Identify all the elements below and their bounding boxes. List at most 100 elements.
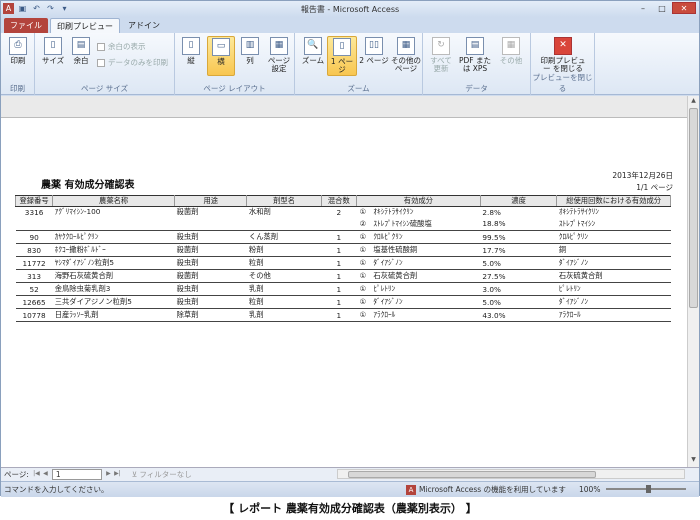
one-page-button[interactable]: ▯ 1 ページ	[327, 36, 357, 76]
refresh-icon: ↻	[432, 37, 450, 55]
cell-form: 乳剤	[246, 308, 322, 322]
cell-ingredient: ① ﾀﾞｲｱｼﾞﾉﾝ	[356, 295, 481, 309]
cell-reg-no	[15, 217, 53, 231]
pdf-xps-button[interactable]: ▤ PDF または XPS	[457, 37, 493, 74]
report-page-number: 1/1 ページ	[636, 183, 673, 192]
cell-ingredient: ① ｸﾛﾙﾋﾟｸﾘﾝ	[356, 230, 481, 244]
print-preview-area[interactable]: 農薬 有効成分確認表 2013年12月26日 1/1 ページ 登録番号 農薬名称…	[1, 96, 687, 467]
two-pages-button[interactable]: ▯▯ 2 ページ	[359, 37, 389, 65]
cell-concentration: 18.8%	[480, 217, 557, 231]
col-header: 総使用回数における有効成分	[556, 195, 671, 207]
cell-use: 殺虫剤	[174, 282, 247, 296]
status-command-text: コマンドを入力してください。	[4, 485, 109, 494]
margins-icon: ▤	[72, 37, 90, 55]
col-header: 用途	[174, 195, 248, 207]
ingredient-index: ①	[359, 207, 367, 217]
other-export-button[interactable]: ▦ その他	[497, 37, 525, 65]
cell-total-ingredient: ﾋﾟﾚﾄﾘﾝ	[556, 282, 671, 296]
cell-ingredient: ① ﾋﾟﾚﾄﾘﾝ	[356, 282, 481, 296]
col-header: 剤型名	[246, 195, 322, 207]
table-row: 11772 ﾔｼﾏﾀﾞｲｱｼﾞﾉﾝ粒剤5 殺虫剤 粒剤 1 ① ﾀﾞｲｱｼﾞﾉﾝ 5.0% ﾀﾞ…	[15, 256, 671, 270]
cell-use: 殺菌剤	[176, 207, 199, 217]
scroll-up-icon[interactable]: ▲	[689, 97, 698, 107]
preview-top-margin	[1, 96, 687, 118]
size-button[interactable]: ▯ サイズ	[39, 37, 67, 65]
page-setup-button[interactable]: ▦ ページ 設定	[265, 37, 293, 74]
cell-use: 殺菌剤	[174, 243, 247, 257]
cell-reg-no: 52	[15, 282, 53, 296]
cell-reg-no: 313	[15, 269, 53, 283]
report-title: 農薬 有効成分確認表	[41, 180, 135, 191]
page-size-group: ▯ サイズ ▤ 余白 余白の表示 データのみを印刷 ページ サイズ	[35, 33, 175, 95]
hscroll-thumb[interactable]	[348, 471, 596, 478]
scrollbar-thumb[interactable]	[689, 108, 698, 308]
cell-mix: 1	[321, 269, 357, 283]
table-row: 12665 三共ダイアジノン粒剤5 殺虫剤 粒剤 1 ① ﾀﾞｲｱｼﾞﾉﾝ 5.0% ﾀﾞｲｱｼ…	[15, 295, 671, 309]
prev-page-icon[interactable]: ◀	[41, 470, 50, 480]
cell-form: その他	[246, 269, 322, 283]
print-button[interactable]: ⎙ 印刷	[6, 37, 30, 65]
ingredient-name: ﾋﾟﾚﾄﾘﾝ	[373, 284, 396, 293]
ingredient-name: ｸﾛﾙﾋﾟｸﾘﾝ	[373, 232, 403, 241]
margins-button[interactable]: ▤ 余白	[69, 37, 93, 65]
filter-indicator[interactable]: ⊻ フィルターなし	[132, 469, 192, 480]
landscape-button[interactable]: ▭ 横	[207, 36, 235, 76]
print-group: ⎙ 印刷 印刷	[1, 33, 35, 95]
vertical-scrollbar[interactable]: ▲ ▼	[687, 96, 699, 467]
cell-use: 除草剤	[174, 308, 247, 322]
ingredient-name: ｱﾗｸﾛｰﾙ	[373, 310, 396, 319]
cell-total-ingredient: ﾀﾞｲｱｼﾞﾉﾝ	[556, 256, 671, 270]
zoom-button[interactable]: 🔍 ズーム	[299, 37, 327, 65]
tab-addins[interactable]: アドイン	[122, 18, 166, 33]
close-window-button[interactable]: ✕	[672, 2, 696, 14]
cell-name	[52, 217, 175, 231]
last-page-icon[interactable]: ▶|	[113, 470, 122, 480]
close-preview-button[interactable]: ✕ 印刷プレビュー を閉じる	[537, 37, 589, 74]
ingredient-index: ①	[359, 232, 367, 241]
ribbon: ⎙ 印刷 印刷 ▯ サイズ ▤ 余白 余白の表示 データのみを印刷 ページ サイ…	[1, 33, 699, 95]
printer-icon: ⎙	[9, 37, 27, 55]
zoom-slider-knob[interactable]	[646, 485, 651, 493]
show-margins-checkbox[interactable]: 余白の表示	[97, 41, 146, 52]
data-group: ↻ すべて 更新 ▤ PDF または XPS ▦ その他 データ	[423, 33, 531, 95]
next-page-icon[interactable]: ▶	[104, 470, 113, 480]
table-row: 3316 ｱｸﾞﾘﾏｲｼﾝ-100 殺菌剤 水和剤 2 ① ｵｷｼﾃﾄﾗｻｲｸﾘﾝ 2.8% ｵ…	[16, 207, 671, 218]
cell-concentration: 43.0%	[480, 308, 557, 322]
scroll-down-icon[interactable]: ▼	[689, 456, 698, 466]
ribbon-tabs: ファイル 印刷プレビュー アドイン	[1, 17, 699, 33]
minimize-button[interactable]: –	[634, 2, 652, 14]
access-window: A ▣ ↶ ↷ ▾ 報告書 - Microsoft Access – □ ✕ フ…	[0, 0, 700, 497]
col-header: 濃度	[479, 195, 558, 207]
zoom-group: 🔍 ズーム ▯ 1 ページ ▯▯ 2 ページ ▦ その他の ページ ズーム	[295, 33, 423, 95]
more-pages-icon: ▦	[397, 37, 415, 55]
cell-form: 粒剤	[246, 295, 322, 309]
cell-mix: 1	[321, 308, 357, 322]
page-number-input[interactable]: 1	[51, 469, 102, 480]
cell-concentration: 17.7%	[480, 243, 557, 257]
cell-reg-no: 3316	[24, 207, 44, 217]
ingredient-name: ｽﾄﾚﾌﾟﾄﾏｲｼﾝ硫酸塩	[373, 218, 432, 228]
report-header-row: 登録番号 農薬名称 用途 剤型名 混合数 有効成分 濃度 総使用回数における有効…	[14, 195, 671, 207]
first-page-icon[interactable]: |◀	[32, 470, 41, 480]
tab-print-preview[interactable]: 印刷プレビュー	[50, 18, 120, 33]
ingredient-name: 石灰硫黄合剤	[373, 271, 418, 280]
access-icon: A	[406, 484, 416, 495]
ingredient-name: ｵｷｼﾃﾄﾗｻｲｸﾘﾝ	[373, 207, 414, 217]
cell-concentration: 3.0%	[480, 282, 557, 296]
status-bar: コマンドを入力してください。 A Microsoft Access の機能を利用…	[1, 481, 699, 497]
refresh-all-button[interactable]: ↻ すべて 更新	[427, 37, 455, 74]
portrait-button[interactable]: ▯ 縦	[179, 37, 203, 65]
more-pages-button[interactable]: ▦ その他の ページ	[391, 37, 421, 74]
tab-file[interactable]: ファイル	[4, 18, 48, 33]
table-row: 52 金鳥除虫菊乳剤3 殺虫剤 乳剤 1 ① ﾋﾟﾚﾄﾘﾝ 3.0% ﾋﾟﾚﾄﾘﾝ	[15, 282, 671, 296]
cell-reg-no: 12665	[15, 295, 53, 309]
maximize-button[interactable]: □	[653, 2, 671, 14]
cell-mix: 1	[321, 230, 357, 244]
cell-ingredient: ① 石灰硫黄合剤	[356, 269, 481, 283]
figure-caption: 【 レポート 農薬有効成分確認表（農薬別表示） 】	[223, 502, 477, 515]
horizontal-scrollbar[interactable]	[337, 469, 685, 479]
print-data-only-checkbox[interactable]: データのみを印刷	[97, 57, 168, 68]
ingredient-index: ①	[359, 310, 367, 319]
columns-button[interactable]: ▥ 列	[238, 37, 262, 65]
cell-mix	[321, 217, 357, 231]
